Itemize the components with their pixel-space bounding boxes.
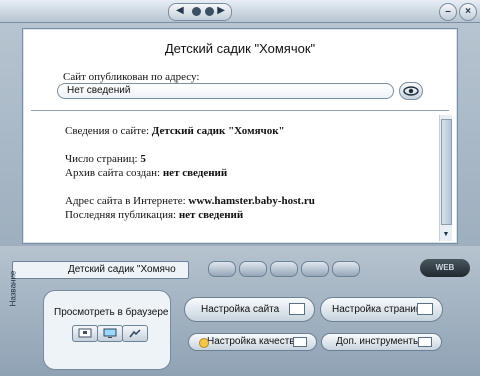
last-publication-line: Последняя публикация: нет сведений [65,209,243,221]
published-address-label: Сайт опубликован по адресу: [63,71,200,83]
info-pages-label: Число страниц: [65,153,141,165]
site-name-label: Название [8,270,18,307]
view-published-button[interactable] [399,82,423,100]
application-window: ◀ ▶ – × Детский садик "Хомячок" Сайт опу… [0,0,480,376]
preview-options-button[interactable] [122,325,148,342]
published-address-field[interactable]: Нет сведений [57,83,394,99]
star-icon [293,337,307,347]
address-info-line: Адрес сайта в Интернете: www.hamster.bab… [65,195,315,207]
media-button-5[interactable] [332,261,360,277]
preview-monitor-button[interactable] [97,325,123,342]
quality-settings-button[interactable]: Настройка качества [188,333,317,351]
site-settings-label: Настройка сайта [201,304,280,315]
forward-icon[interactable]: ▶ [217,5,225,16]
web-button[interactable]: WEB [420,259,470,277]
site-info-panel: Детский садик "Хомячок" Сайт опубликован… [22,28,458,244]
browser-preview-group: Просмотреть в браузере [43,290,171,370]
divider [31,110,449,111]
site-title: Детский садик "Хомячок" [164,41,316,56]
quality-indicator-icon [199,338,209,348]
archive-info-line: Архив сайта создан: нет сведений [65,167,227,179]
eye-icon [403,86,419,96]
preview-page-button[interactable] [72,325,98,342]
navigation-control[interactable]: ◀ ▶ [168,3,232,21]
settings-icon [289,303,305,315]
media-button-1[interactable] [208,261,236,277]
status-dot-icon [192,7,201,16]
additional-tools-label: Доп. инструменты [336,336,421,347]
info-archive-value: нет сведений [162,167,228,179]
tools-icon [418,337,432,347]
info-pages-value: 5 [140,153,146,165]
info-last-pub-value: нет сведений [178,209,244,221]
media-button-4[interactable] [301,261,329,277]
site-info-line: Сведения о сайте: Детский садик "Хомячок… [65,125,285,137]
page-settings-label: Настройка страниц [332,304,422,315]
back-icon[interactable]: ◀ [176,5,184,16]
close-button[interactable]: × [459,3,477,21]
pages-info-line: Число страниц: 5 [65,153,146,165]
bottom-control-panel: Название Детский садик "Хомячо WEB Просм… [0,246,480,376]
info-last-pub-label: Последняя публикация: [65,209,179,221]
info-archive-label: Архив сайта создан: [65,167,163,179]
info-about-value: Детский садик "Хомячок" [151,125,285,137]
tools-icon [129,329,141,338]
title-bar: ◀ ▶ – × [0,0,480,23]
browser-preview-label: Просмотреть в браузере [54,307,169,318]
status-dot-icon [205,7,214,16]
info-about-label: Сведения о сайте: [65,125,152,137]
minimize-button[interactable]: – [439,3,457,21]
media-button-3[interactable] [270,261,298,277]
scroll-down-icon[interactable]: ▼ [441,231,451,239]
vertical-scrollbar[interactable]: ▼ [439,115,452,241]
page-icon [78,328,92,338]
monitor-icon [103,328,117,338]
site-name-value[interactable]: Детский садик "Хомячо [68,264,183,275]
info-address-label: Адрес сайта в Интернете: [65,195,189,207]
site-name-field[interactable]: Название Детский садик "Хомячо [8,261,189,306]
media-button-2[interactable] [239,261,267,277]
page-settings-button[interactable]: Настройка страниц [320,297,443,322]
additional-tools-button[interactable]: Доп. инструменты [321,333,442,351]
scroll-thumb[interactable] [441,119,452,225]
pages-icon [417,303,433,315]
site-settings-button[interactable]: Настройка сайта [184,297,315,322]
info-address-value: www.hamster.baby-host.ru [188,195,315,207]
